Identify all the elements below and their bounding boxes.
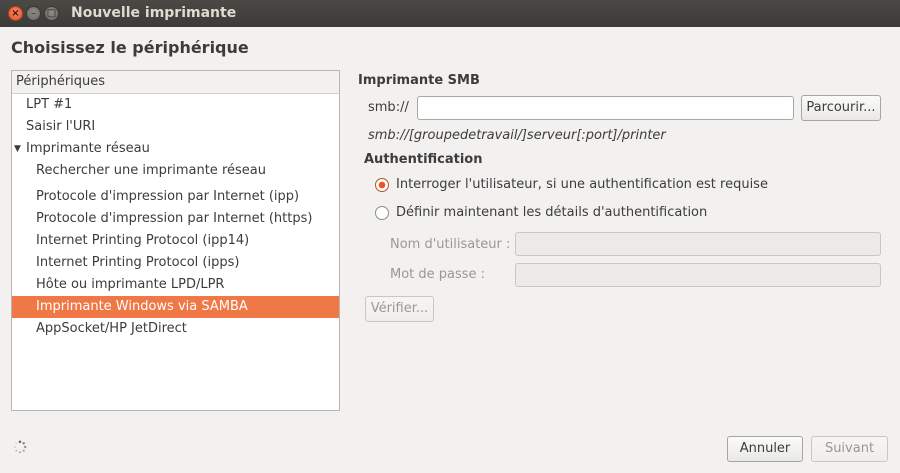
browse-button[interactable]: Parcourir... [801,95,881,121]
next-button[interactable]: Suivant [811,436,888,462]
device-item-ipp[interactable]: Protocole d'impression par Internet (ipp… [12,186,339,208]
window-title: Nouvelle imprimante [71,5,237,21]
list-item-label: Saisir l'URI [26,119,96,134]
loading-spinner-icon [13,440,27,454]
smb-section-title: Imprimante SMB [358,73,480,88]
smb-prefix-label: smb:// [368,100,409,115]
device-item-https[interactable]: Protocole d'impression par Internet (htt… [12,208,339,230]
list-item-label: Hôte ou imprimante LPD/LPR [36,277,225,292]
list-item-label: Protocole d'impression par Internet (ipp… [36,189,300,204]
close-window-icon[interactable]: × [8,6,23,21]
username-label: Nom d'utilisateur : [390,237,511,252]
maximize-window-icon[interactable]: □ [44,6,59,21]
title-bar: × – □ Nouvelle imprimante [0,0,900,27]
device-item-enter-uri[interactable]: Saisir l'URI [12,116,339,138]
device-item-lpd[interactable]: Hôte ou imprimante LPD/LPR [12,274,339,296]
device-item-find-network-printer[interactable]: Rechercher une imprimante réseau [12,160,339,182]
device-item-ipps[interactable]: Internet Printing Protocol (ipps) [12,252,339,274]
option-prompt-user-label[interactable]: Interroger l'utilisateur, si une authent… [396,177,768,192]
username-field[interactable] [515,232,881,256]
cancel-button[interactable]: Annuler [727,436,803,462]
password-field[interactable] [515,263,881,287]
expander-triangle-icon[interactable]: ▼ [14,138,21,160]
smb-uri-hint: smb://[groupedetravail/]serveur[:port]/p… [368,128,666,143]
device-item-ipp14[interactable]: Internet Printing Protocol (ipp14) [12,230,339,252]
list-item-label: Internet Printing Protocol (ipp14) [36,233,250,248]
list-item-label: Protocole d'impression par Internet (htt… [36,211,313,226]
smb-uri-input[interactable] [417,96,794,120]
device-item-network-printer[interactable]: ▼ Imprimante réseau [12,138,339,160]
minimize-window-icon[interactable]: – [26,6,41,21]
device-list-header[interactable]: Périphériques [12,71,339,94]
page-title: Choisissez le périphérique [11,38,249,57]
device-item-samba[interactable]: Imprimante Windows via SAMBA [12,296,339,318]
verify-button[interactable]: Vérifier... [365,296,434,322]
device-item-lpt1[interactable]: LPT #1 [12,94,339,116]
password-label: Mot de passe : [390,267,486,282]
list-item-label: Imprimante réseau [26,141,150,156]
list-item-label: Internet Printing Protocol (ipps) [36,255,240,270]
option-set-auth-now-label[interactable]: Définir maintenant les détails d'authent… [396,205,707,220]
radio-prompt-user[interactable] [375,178,389,192]
device-item-appsocket[interactable]: AppSocket/HP JetDirect [12,318,339,340]
list-item-label: Rechercher une imprimante réseau [36,163,266,178]
list-item-label: AppSocket/HP JetDirect [36,321,187,336]
radio-set-auth-now[interactable] [375,206,389,220]
device-list[interactable]: Périphériques LPT #1 Saisir l'URI ▼ Impr… [11,70,340,411]
list-item-label: Imprimante Windows via SAMBA [36,299,248,314]
list-item-label: LPT #1 [26,97,73,112]
auth-section-title: Authentification [364,152,483,167]
